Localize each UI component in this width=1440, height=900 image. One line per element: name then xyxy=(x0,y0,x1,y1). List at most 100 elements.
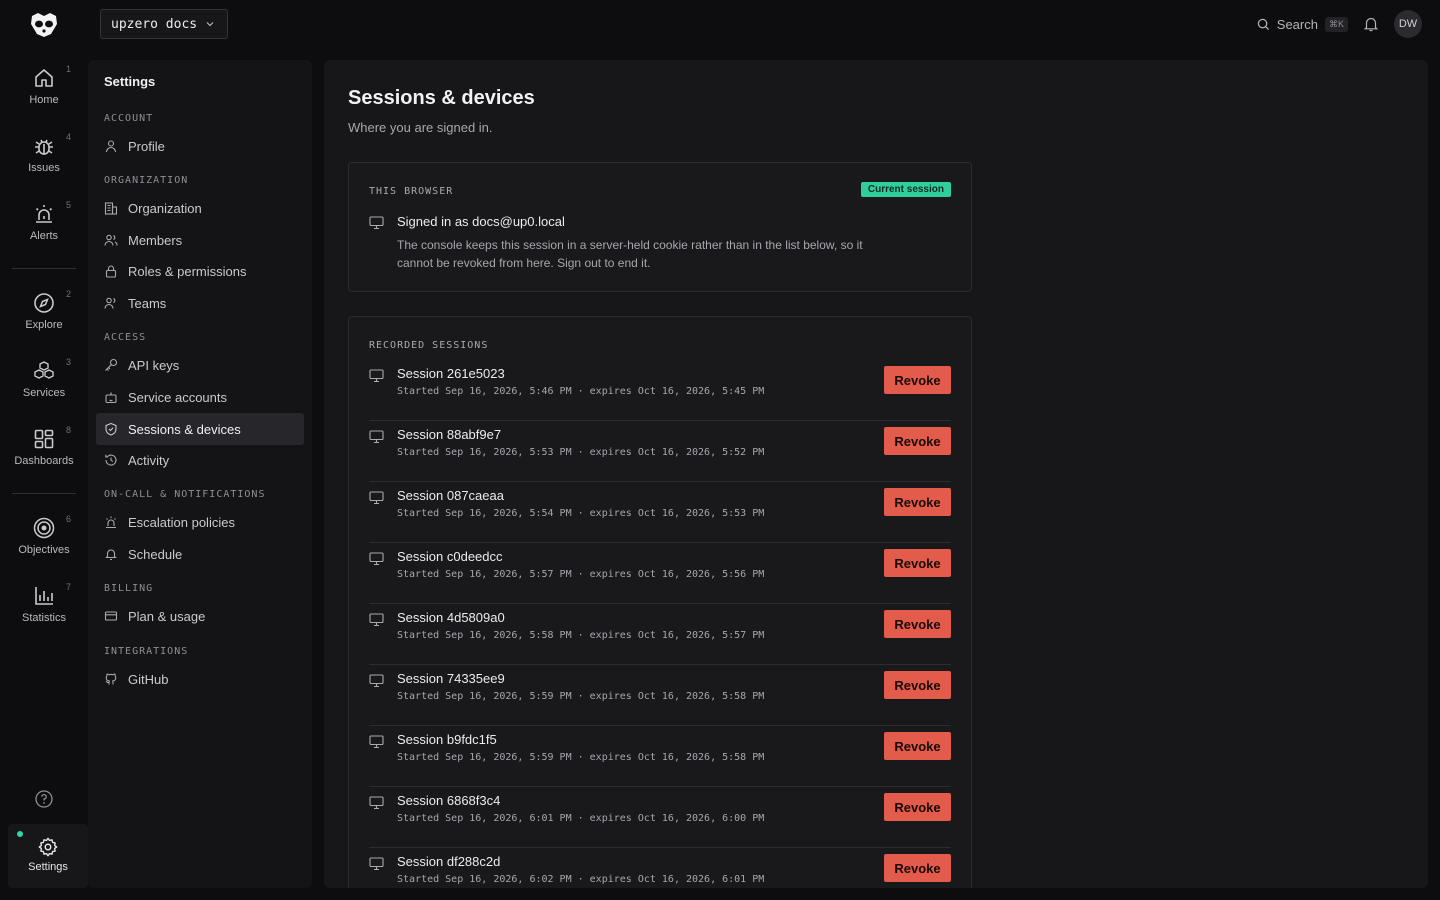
card-heading: THIS BROWSER xyxy=(369,186,454,197)
monitor-icon xyxy=(369,857,384,871)
session-name: Session 74335ee9 xyxy=(397,671,505,686)
revoke-button[interactable]: Revoke xyxy=(884,671,951,699)
rail-label: Home xyxy=(29,94,59,106)
nav-item-escalation[interactable]: Escalation policies xyxy=(96,506,304,538)
building-icon xyxy=(104,202,118,215)
users-icon xyxy=(104,234,118,246)
monitor-icon xyxy=(369,613,384,627)
revoke-button[interactable]: Revoke xyxy=(884,854,951,882)
monitor-icon xyxy=(369,796,384,810)
session-row: Session 74335ee9 Started Sep 16, 2026, 5:… xyxy=(369,665,951,726)
nav-label: Service accounts xyxy=(128,389,227,405)
session-row: Session 6868f3c4 Started Sep 16, 2026, 6:… xyxy=(369,787,951,848)
nav-item-members[interactable]: Members xyxy=(96,224,304,256)
session-name: Session 4d5809a0 xyxy=(397,610,505,625)
logo-icon[interactable] xyxy=(28,10,60,38)
siren-icon xyxy=(106,516,116,529)
revoke-button[interactable]: Revoke xyxy=(884,732,951,760)
nav-item-teams[interactable]: Teams xyxy=(96,287,304,319)
session-row: Session b9fdc1f5 Started Sep 16, 2026, 5:… xyxy=(369,726,951,787)
revoke-button[interactable]: Revoke xyxy=(884,793,951,821)
nav-item-github[interactable]: GitHub xyxy=(96,663,304,695)
workspace-name: upzero docs xyxy=(111,16,198,32)
shortcut-number: 5 xyxy=(66,200,72,210)
nav-item-plan[interactable]: Plan & usage xyxy=(96,600,304,632)
search-shortcut: ⌘K xyxy=(1324,16,1348,32)
nav-label: Profile xyxy=(128,138,165,154)
rail-label: Services xyxy=(22,387,66,399)
revoke-button[interactable]: Revoke xyxy=(884,549,951,577)
rail-label: Dashboards xyxy=(14,455,74,467)
rail-label: Explore xyxy=(25,319,63,331)
session-meta: Started Sep 16, 2026, 5:46 PM · expires … xyxy=(397,386,765,397)
nav-item-service-accounts[interactable]: Service accounts xyxy=(96,381,304,413)
github-icon xyxy=(105,673,117,685)
session-meta: Started Sep 16, 2026, 6:01 PM · expires … xyxy=(397,813,765,824)
session-name: Session 88abf9e7 xyxy=(397,427,502,442)
monitor-icon xyxy=(369,674,384,688)
user-icon xyxy=(105,140,117,153)
icon-rail: 1 Home 4 Issues 5 Alerts 2 Explore 3 Ser… xyxy=(0,48,88,900)
session-name: Session b9fdc1f5 xyxy=(397,732,497,747)
main-panel: Sessions & devices Where you are signed … xyxy=(324,60,1428,888)
nav-item-profile[interactable]: Profile xyxy=(96,130,304,162)
rail-item-issues[interactable]: 4 Issues xyxy=(0,132,88,194)
lock-icon xyxy=(105,265,117,278)
revoke-button[interactable]: Revoke xyxy=(884,610,951,638)
team-icon xyxy=(104,297,116,309)
nav-label: Sessions & devices xyxy=(128,421,241,437)
rail-item-alerts[interactable]: 5 Alerts xyxy=(0,200,88,262)
gear-icon xyxy=(38,837,58,857)
rail-item-objectives[interactable]: 6 Objectives xyxy=(0,514,88,576)
page-title: Sessions & devices xyxy=(348,87,535,109)
shortcut-number: 1 xyxy=(66,64,72,74)
session-meta: Started Sep 16, 2026, 5:58 PM · expires … xyxy=(397,630,765,641)
session-row: Session c0deedcc Started Sep 16, 2026, 5:… xyxy=(369,543,951,604)
search-label: Search xyxy=(1276,16,1318,32)
nav-item-roles[interactable]: Roles & permissions xyxy=(96,255,304,287)
shortcut-number: 4 xyxy=(66,132,72,142)
workspace-switcher[interactable]: upzero docs xyxy=(100,9,228,39)
card-heading: RECORDED SESSIONS xyxy=(369,340,489,351)
session-name: Session 087caeaa xyxy=(397,488,504,503)
nav-item-activity[interactable]: Activity xyxy=(96,444,304,476)
nav-item-schedule[interactable]: Schedule xyxy=(96,538,304,570)
bell-icon[interactable] xyxy=(1362,15,1380,33)
nav-item-organization[interactable]: Organization xyxy=(96,192,304,224)
compass-icon xyxy=(34,293,54,313)
revoke-button[interactable]: Revoke xyxy=(884,427,951,455)
nav-label: API keys xyxy=(128,357,180,373)
shortcut-number: 3 xyxy=(66,357,72,367)
avatar[interactable]: DW xyxy=(1394,10,1422,38)
shortcut-number: 7 xyxy=(66,582,72,592)
shortcut-number: 6 xyxy=(66,514,72,524)
settings-nav: Settings ACCOUNT Profile ORGANIZATION Or… xyxy=(88,60,312,888)
revoke-button[interactable]: Revoke xyxy=(884,366,951,394)
bug-icon xyxy=(35,139,53,155)
signed-in-as: Signed in as docs@up0.local xyxy=(397,214,565,229)
current-session-badge: Current session xyxy=(860,182,951,197)
monitor-icon xyxy=(369,491,384,505)
nav-label: GitHub xyxy=(128,671,169,687)
nav-item-api-keys[interactable]: API keys xyxy=(96,349,304,381)
revoke-button[interactable]: Revoke xyxy=(884,488,951,516)
help-icon[interactable] xyxy=(34,789,54,809)
target-icon xyxy=(33,517,55,539)
rail-item-home[interactable]: 1 Home xyxy=(0,64,88,126)
rail-item-services[interactable]: 3 Services xyxy=(0,357,88,419)
nav-item-sessions[interactable]: Sessions & devices xyxy=(96,413,304,445)
search-icon xyxy=(1257,18,1269,30)
session-name: Session 261e5023 xyxy=(397,366,505,381)
rail-item-statistics[interactable]: 7 Statistics xyxy=(0,582,88,644)
history-icon xyxy=(105,454,117,466)
rail-item-explore[interactable]: 2 Explore xyxy=(0,289,88,351)
rail-item-dashboards[interactable]: 8 Dashboards xyxy=(0,425,88,487)
section-access: ACCESS xyxy=(104,332,147,343)
session-meta: Started Sep 16, 2026, 5:59 PM · expires … xyxy=(397,752,765,763)
section-integrations: INTEGRATIONS xyxy=(104,646,189,657)
session-meta: Started Sep 16, 2026, 5:59 PM · expires … xyxy=(397,691,765,702)
nav-label: Members xyxy=(128,232,183,248)
rail-item-settings[interactable]: Settings xyxy=(8,824,88,888)
search-button[interactable]: Search ⌘K xyxy=(1257,16,1348,32)
session-row: Session 88abf9e7 Started Sep 16, 2026, 5:… xyxy=(369,421,951,482)
